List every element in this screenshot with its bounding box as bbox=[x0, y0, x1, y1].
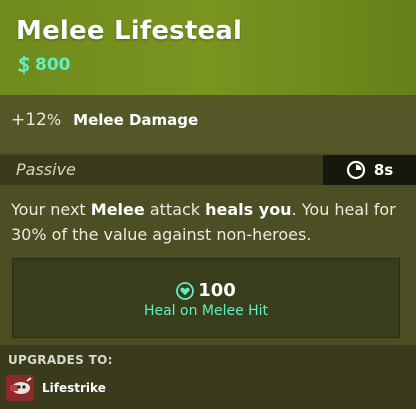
item-cost: 800 bbox=[17, 54, 71, 76]
passive-label: Passive bbox=[16, 160, 76, 179]
upgrade-label: Lifestrike bbox=[42, 381, 106, 395]
cost-value: 800 bbox=[35, 55, 71, 75]
souls-currency-icon bbox=[18, 56, 30, 74]
stats-section: +12 % Melee Damage bbox=[0, 95, 416, 153]
stat-value: +12 bbox=[11, 110, 47, 130]
heart-icon bbox=[176, 281, 195, 300]
item-tooltip-card: Melee Lifesteal 800 +12 % Melee Damage P… bbox=[0, 0, 416, 409]
desc-keyword-melee: Melee bbox=[90, 200, 145, 219]
passive-description: Your next Melee attack heals you. You he… bbox=[11, 197, 407, 247]
cooldown-value: 8s bbox=[373, 161, 394, 179]
upgrades-section: UPGRADES TO: Lifestrike bbox=[0, 345, 416, 409]
heal-value-row: 100 bbox=[13, 280, 399, 301]
cooldown-badge: 8s bbox=[323, 155, 416, 185]
heal-label: Heal on Melee Hit bbox=[143, 303, 269, 319]
lifestrike-icon bbox=[6, 375, 34, 401]
heal-stat-box: 100 Heal on Melee Hit bbox=[12, 258, 400, 338]
item-title: Melee Lifesteal bbox=[16, 16, 243, 46]
cooldown-timer-icon bbox=[346, 160, 365, 180]
tooltip-header: Melee Lifesteal 800 bbox=[0, 0, 416, 95]
stat-label: Melee Damage bbox=[73, 111, 199, 129]
stat-row: +12 % Melee Damage bbox=[11, 110, 198, 130]
stat-unit: % bbox=[46, 111, 62, 129]
heal-value: 100 bbox=[198, 280, 236, 301]
upgrades-title: UPGRADES TO: bbox=[8, 353, 113, 367]
upgrade-item-lifestrike[interactable]: Lifestrike bbox=[6, 375, 106, 401]
desc-text: Your next bbox=[11, 200, 91, 219]
passive-bar: Passive 8s bbox=[0, 155, 416, 185]
desc-text: attack bbox=[144, 200, 206, 219]
desc-keyword-heals: heals you bbox=[205, 200, 292, 219]
